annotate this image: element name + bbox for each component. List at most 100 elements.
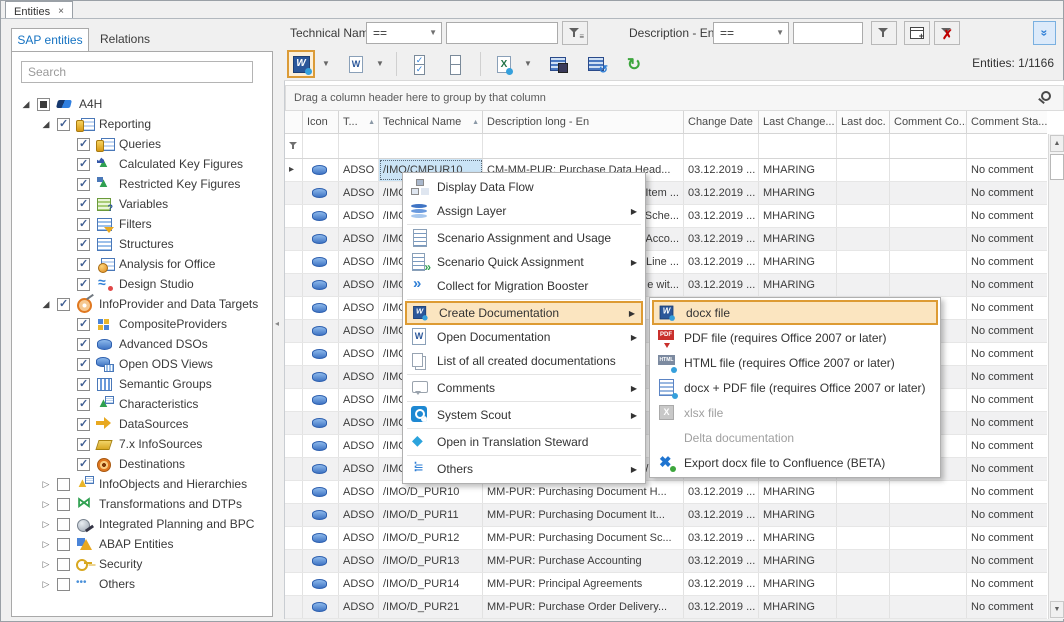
filter-cell[interactable] <box>339 134 379 158</box>
tree-checkbox[interactable] <box>77 278 90 291</box>
menu-item-others[interactable]: Others▶ <box>405 457 643 481</box>
tree-checkbox[interactable] <box>77 178 90 191</box>
apply-filter-button[interactable] <box>871 21 897 45</box>
cell-technical-name[interactable]: /IMO/D_PUR13 <box>379 550 483 572</box>
save-grid-layout-button[interactable] <box>544 50 572 78</box>
cell-technical-name[interactable]: /IMO/D_PUR11 <box>379 504 483 526</box>
table-row[interactable]: ADSO /IMO/D_PUR14 MM-PUR: Principal Agre… <box>285 573 1047 596</box>
technical-name-operator-select[interactable]: == ▼ <box>366 22 442 44</box>
tree-item[interactable]: A4H <box>12 94 272 114</box>
tree-item[interactable]: Structures <box>12 234 272 254</box>
tree-item[interactable]: Advanced DSOs <box>12 334 272 354</box>
tree-checkbox[interactable] <box>77 338 90 351</box>
tree-checkbox[interactable] <box>37 98 50 111</box>
tree-item[interactable]: Destinations <box>12 454 272 474</box>
deselect-all-button[interactable] <box>442 50 470 78</box>
menu-item-display-data-flow[interactable]: Display Data Flow <box>405 175 643 199</box>
tree-item[interactable]: Semantic Groups <box>12 374 272 394</box>
tree-expander-icon[interactable] <box>38 519 54 530</box>
tree-checkbox[interactable] <box>77 438 90 451</box>
group-by-band[interactable]: Drag a column header here to group by th… <box>285 85 1064 111</box>
scrollbar-thumb[interactable] <box>1050 154 1064 180</box>
menu-item-comments[interactable]: Comments▶ <box>405 376 643 400</box>
filter-editor-button[interactable] <box>904 21 930 45</box>
tree-expander-icon[interactable] <box>18 99 34 110</box>
tree-expander-icon[interactable] <box>38 499 54 510</box>
menu-item-collect-migration-booster[interactable]: Collect for Migration Booster <box>405 274 643 298</box>
tree-item[interactable]: Others <box>12 574 272 594</box>
tree-checkbox[interactable] <box>77 358 90 371</box>
tree-checkbox[interactable] <box>77 458 90 471</box>
reload-grid-layout-button[interactable] <box>582 50 610 78</box>
tree-checkbox[interactable] <box>57 558 70 571</box>
tree-checkbox[interactable] <box>77 418 90 431</box>
table-row[interactable]: ADSO /IMO : Line ... 03.12.2019 ... MHAR… <box>285 251 1047 274</box>
scroll-down-icon[interactable]: ▼ <box>1050 601 1064 618</box>
excel-export-button[interactable] <box>490 50 518 78</box>
column-header-last-doc[interactable]: Last doc. <box>837 111 890 133</box>
tree-expander-icon[interactable] <box>38 559 54 570</box>
menu-item-system-scout[interactable]: System Scout▶ <box>405 403 643 427</box>
column-header-description[interactable]: Description long - En <box>483 111 684 133</box>
expand-filter-panel-button[interactable]: » <box>1033 21 1056 45</box>
tree-checkbox[interactable] <box>57 578 70 591</box>
tree-item[interactable]: Calculated Key Figures <box>12 154 272 174</box>
scroll-up-icon[interactable]: ▲ <box>1050 135 1064 152</box>
collapse-panel-icon[interactable]: ◂ <box>275 319 279 328</box>
tree-expander-icon[interactable] <box>38 119 54 130</box>
menu-item-translation-steward[interactable]: Open in Translation Steward <box>405 430 643 454</box>
tree-item[interactable]: Filters <box>12 214 272 234</box>
menu-item-scenario-quick-assignment[interactable]: Scenario Quick Assignment▶ <box>405 250 643 274</box>
tree-item[interactable]: ABAP Entities <box>12 534 272 554</box>
tree-item[interactable]: Variables <box>12 194 272 214</box>
tree-checkbox[interactable] <box>77 238 90 251</box>
technical-name-filter-button[interactable]: ≡ <box>562 21 588 45</box>
table-row[interactable]: ADSO /IMO Item ... 03.12.2019 ... MHARIN… <box>285 182 1047 205</box>
tree-item[interactable]: Design Studio <box>12 274 272 294</box>
table-row[interactable]: ADSO /IMO/D_PUR11 MM-PUR: Purchasing Doc… <box>285 504 1047 527</box>
filter-cell[interactable] <box>379 134 483 158</box>
chevron-down-icon[interactable]: ▼ <box>524 59 532 68</box>
menu-item-list-of-documentations[interactable]: List of all created documentations <box>405 349 643 373</box>
tree-checkbox[interactable] <box>57 538 70 551</box>
table-row[interactable]: ADSO /IMO/CMPUR10 CM-MM-PUR: Purchase Da… <box>285 159 1047 182</box>
tree-expander-icon[interactable] <box>38 539 54 550</box>
submenu-item-docx-file[interactable]: docx file <box>652 300 938 325</box>
column-header-comment-status[interactable]: Comment Sta... <box>967 111 1047 133</box>
tree-checkbox[interactable] <box>77 138 90 151</box>
tree-item[interactable]: Security <box>12 554 272 574</box>
refresh-button[interactable]: ↻ <box>620 50 648 78</box>
cell-technical-name[interactable]: /IMO/D_PUR14 <box>379 573 483 595</box>
tree-item[interactable]: InfoObjects and Hierarchies <box>12 474 272 494</box>
close-icon[interactable]: × <box>58 6 64 17</box>
table-row[interactable]: ADSO /IMO Sche... 03.12.2019 ... MHARING… <box>285 205 1047 228</box>
tab-relations[interactable]: Relations <box>89 28 161 52</box>
filter-cell[interactable] <box>483 134 684 158</box>
submenu-item-export-to-confluence[interactable]: Export docx file to Confluence (BETA) <box>652 450 938 475</box>
panel-splitter[interactable]: ◂ <box>273 19 284 617</box>
search-icon[interactable] <box>1041 91 1051 101</box>
column-header-icon[interactable]: Icon <box>303 111 339 133</box>
tree-checkbox[interactable] <box>77 378 90 391</box>
filter-cell[interactable] <box>837 134 890 158</box>
submenu-item-pdf-file[interactable]: PDF file (requires Office 2007 or later) <box>652 325 938 350</box>
submenu-item-docx-pdf-file[interactable]: docx + PDF file (requires Office 2007 or… <box>652 375 938 400</box>
chevron-down-icon[interactable]: ▼ <box>322 59 330 68</box>
cell-technical-name[interactable]: /IMO/D_PUR12 <box>379 527 483 549</box>
filter-cell[interactable] <box>890 134 967 158</box>
filter-cell[interactable] <box>684 134 759 158</box>
description-filter-input[interactable] <box>793 22 863 44</box>
tree-expander-icon[interactable] <box>38 479 54 490</box>
filter-cell[interactable] <box>759 134 837 158</box>
tree-checkbox[interactable] <box>77 318 90 331</box>
menu-item-open-documentation[interactable]: Open Documentation▶ <box>405 325 643 349</box>
tree-item[interactable]: 7.x InfoSources <box>12 434 272 454</box>
clear-filter-button[interactable] <box>934 21 960 45</box>
tree-item[interactable]: Queries <box>12 134 272 154</box>
cell-technical-name[interactable]: /IMO/D_PUR10 <box>379 481 483 503</box>
tree-checkbox[interactable] <box>57 298 70 311</box>
tree-item[interactable]: Characteristics <box>12 394 272 414</box>
filter-cell[interactable] <box>967 134 1047 158</box>
menu-item-scenario-assignment[interactable]: Scenario Assignment and Usage <box>405 226 643 250</box>
tree-item[interactable]: Restricted Key Figures <box>12 174 272 194</box>
